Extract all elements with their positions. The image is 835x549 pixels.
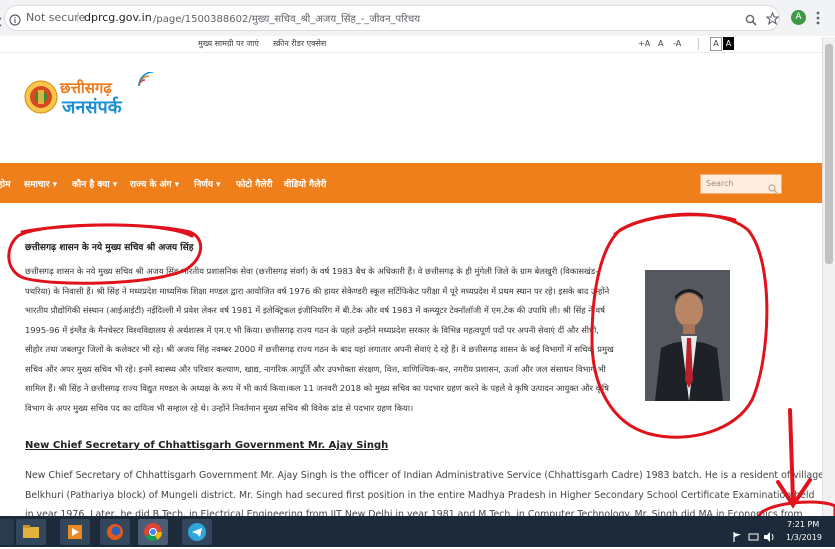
chrome-icon[interactable] [138, 519, 168, 545]
media-player-icon[interactable] [60, 519, 90, 545]
annotation-circle-title [7, 223, 203, 285]
start-button[interactable] [0, 519, 14, 545]
tray-volume-icon[interactable] [764, 527, 775, 542]
annotation-arrow [776, 408, 812, 509]
clock-time[interactable]: 7:21 PM [787, 520, 819, 529]
tray-network-icon[interactable] [748, 527, 759, 541]
file-explorer-icon[interactable] [16, 519, 46, 545]
annotation-overlay [7, 212, 835, 547]
firefox-icon[interactable] [100, 519, 130, 545]
clock-date[interactable]: 1/3/2019 [786, 533, 822, 542]
annotation-circle-photo [590, 212, 769, 439]
tray-flag-icon[interactable] [733, 527, 742, 542]
telegram-icon[interactable] [182, 519, 212, 545]
